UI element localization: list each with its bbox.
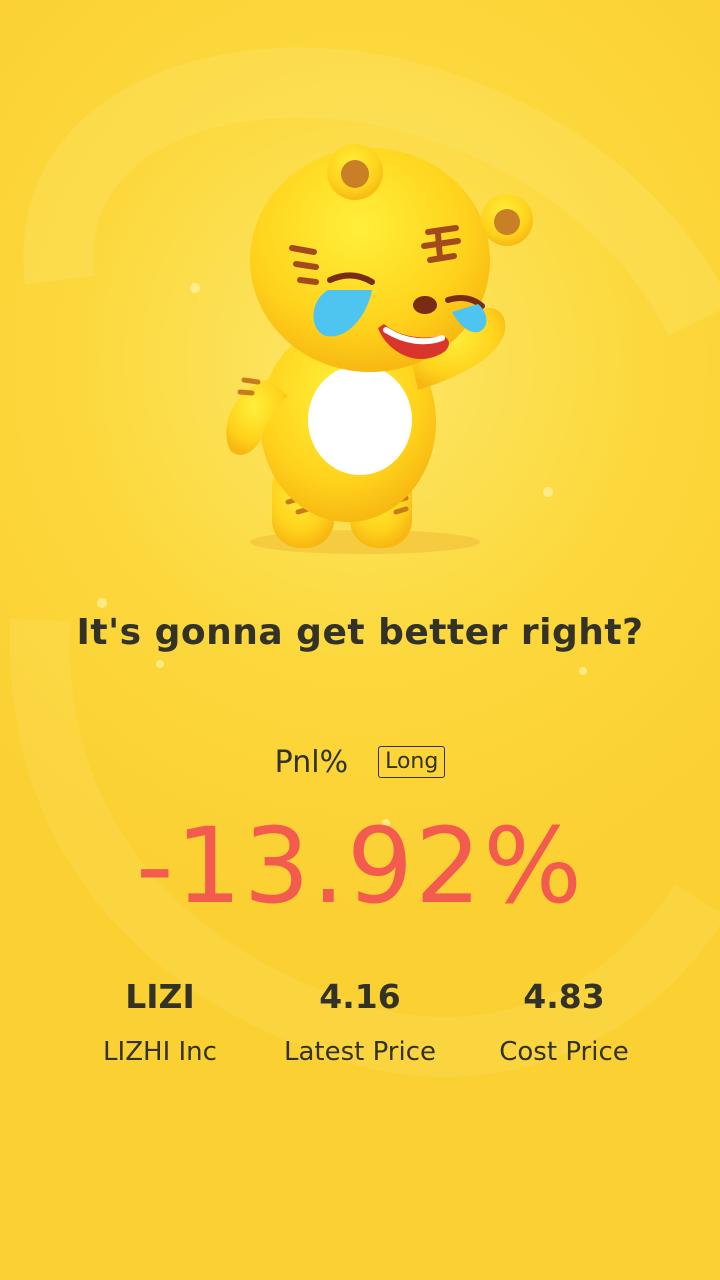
position-badge: Long: [378, 746, 446, 778]
stat-cost-price: 4.83 Cost Price: [464, 975, 664, 1067]
company-name: LIZHI Inc: [103, 1037, 217, 1067]
crying-tiger-mascot-icon: [226, 144, 533, 554]
cost-price-label: Cost Price: [499, 1037, 629, 1067]
cost-price-value: 4.83: [523, 977, 605, 1016]
latest-price-label: Latest Price: [283, 1037, 437, 1067]
pnl-header: Pnl% Long: [0, 742, 720, 782]
stats-row: LIZI LIZHI Inc 4.16 Latest Price 4.83 Co…: [0, 975, 720, 1115]
stat-latest-price: 4.16 Latest Price: [260, 975, 460, 1067]
ticker-symbol: LIZI: [125, 977, 195, 1016]
pnl-value: -13.92%: [135, 805, 585, 927]
pnl-label: Pnl%: [274, 744, 349, 780]
stat-ticker: LIZI LIZHI Inc: [60, 975, 260, 1067]
latest-price-value: 4.16: [319, 977, 401, 1016]
headline: It's gonna get better right?: [76, 612, 644, 653]
